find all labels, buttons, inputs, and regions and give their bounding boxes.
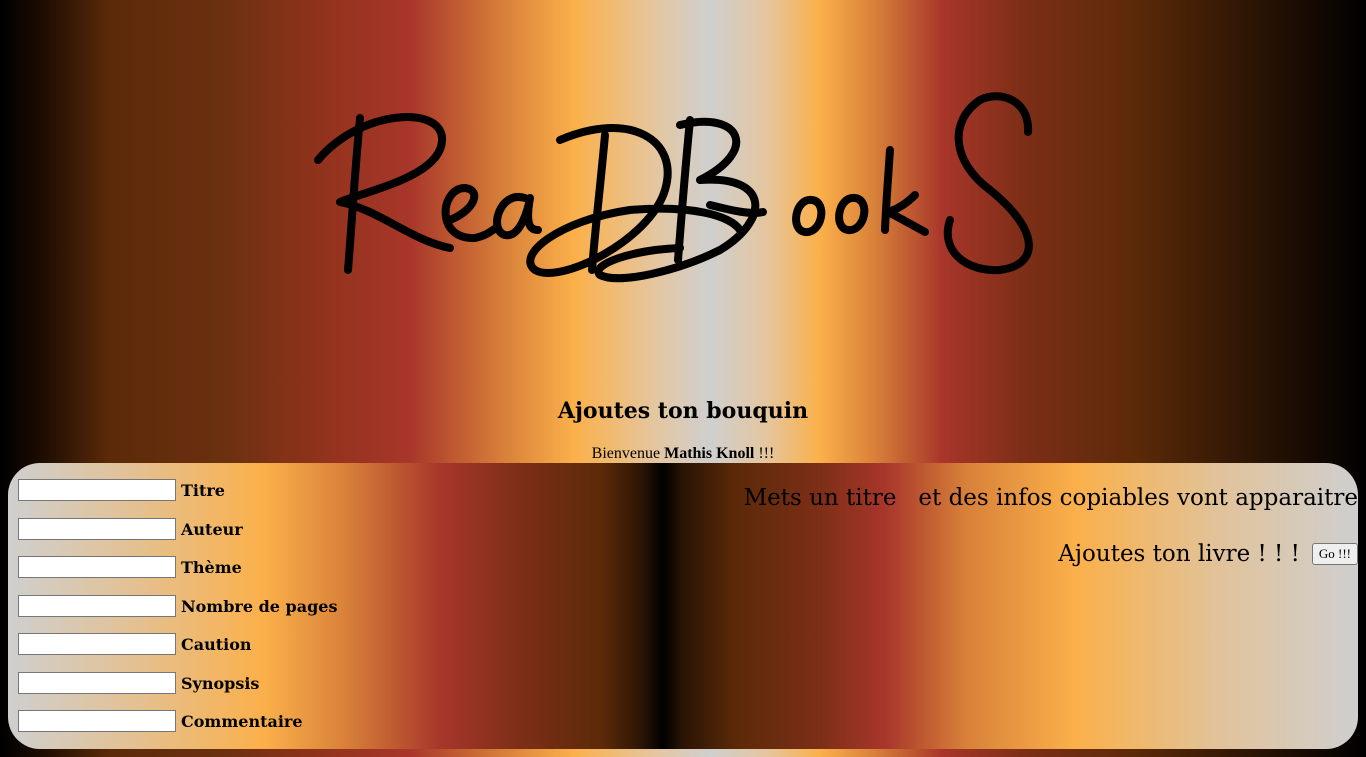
commentaire-input[interactable] [18, 710, 176, 732]
commentaire-label: Commentaire [181, 711, 303, 731]
add-book-panel: Titre Auteur Thème Nombre de pages Cauti… [8, 463, 1358, 749]
theme-label: Thème [181, 557, 242, 577]
add-book-row: Ajoutes ton livre ! ! ! Go !!! [1058, 541, 1358, 567]
user-name: Mathis Knoll [664, 445, 755, 462]
add-book-label: Ajoutes ton livre ! ! ! [1058, 541, 1300, 567]
theme-input[interactable] [18, 556, 176, 578]
welcome-suffix: !!! [754, 445, 775, 462]
field-row-titre: Titre [18, 479, 225, 501]
logo-lettering [314, 92, 1033, 283]
synopsis-label: Synopsis [181, 673, 260, 693]
page-title: Ajoutes ton bouquin [557, 398, 809, 424]
field-row-commentaire: Commentaire [18, 710, 303, 732]
field-row-synopsis: Synopsis [18, 672, 259, 694]
site-logo [300, 80, 1060, 310]
auteur-label: Auteur [181, 519, 243, 539]
synopsis-input[interactable] [18, 672, 176, 694]
field-row-nombre-de-pages: Nombre de pages [18, 595, 337, 617]
titre-label: Titre [181, 480, 225, 500]
auteur-input[interactable] [18, 518, 176, 540]
nombre-de-pages-label: Nombre de pages [181, 596, 338, 616]
caution-input[interactable] [18, 633, 176, 655]
caution-label: Caution [181, 634, 252, 654]
field-row-auteur: Auteur [18, 518, 243, 540]
field-row-caution: Caution [18, 633, 252, 655]
titre-input[interactable] [18, 479, 176, 501]
copy-info-hint: Mets un titre et des infos copiables von… [743, 485, 1358, 511]
go-button[interactable]: Go !!! [1311, 543, 1358, 565]
field-row-theme: Thème [18, 556, 242, 578]
welcome-prefix: Bienvenue [591, 445, 665, 462]
nombre-de-pages-input[interactable] [18, 595, 176, 617]
welcome-message: Bienvenue Mathis Knoll !!! [0, 445, 1366, 463]
